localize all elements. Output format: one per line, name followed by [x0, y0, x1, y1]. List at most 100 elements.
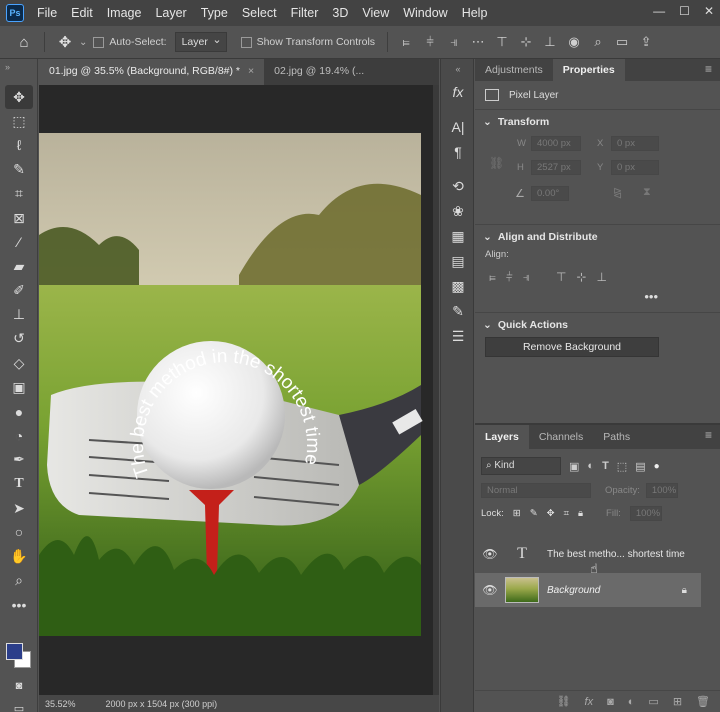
blend-mode-dropdown[interactable]: Normal: [481, 483, 591, 498]
move-tool-icon[interactable]: ✥: [5, 85, 33, 110]
layer-name[interactable]: The best metho... shortest time: [547, 549, 685, 560]
menu-filter[interactable]: Filter: [284, 6, 326, 20]
align-bottom-icon[interactable]: ⊥: [597, 270, 607, 285]
filter-shape-icon[interactable]: ⬚: [617, 460, 627, 473]
chevron-down-icon[interactable]: ⌄: [79, 37, 87, 48]
filter-smart-object-icon[interactable]: ▤: [635, 460, 645, 473]
eraser-tool-icon[interactable]: ◇: [0, 351, 38, 375]
align-hcenter-icon[interactable]: ⫩: [418, 34, 442, 50]
flip-horizontal-icon[interactable]: ⧎: [613, 186, 622, 199]
tab-paths[interactable]: Paths: [593, 425, 640, 449]
transform-section-header[interactable]: ⌄ Transform: [475, 110, 720, 134]
new-adjustment-icon[interactable]: ◐: [628, 696, 635, 708]
kind-filter-dropdown[interactable]: ⌕ Kind: [481, 457, 561, 475]
clone-stamp-tool-icon[interactable]: ⊥: [0, 303, 38, 327]
history-brush-tool-icon[interactable]: ↺: [0, 327, 38, 351]
filter-toggle-icon[interactable]: ●: [654, 461, 660, 472]
type-tool-icon[interactable]: T: [0, 472, 38, 496]
layer-row-background[interactable]: 👁︎ Background 🔒︎: [475, 573, 701, 607]
more-options-icon[interactable]: •••: [475, 285, 720, 304]
align-section-header[interactable]: ⌄ Align and Distribute: [475, 225, 720, 249]
lock-position-icon[interactable]: ✥: [547, 508, 555, 519]
patterns-icon[interactable]: ▩: [441, 274, 475, 299]
collapse-icon[interactable]: «: [441, 59, 475, 79]
align-vcenter-icon[interactable]: ⊹: [576, 270, 586, 285]
panel-menu-icon[interactable]: ≡: [697, 425, 720, 449]
tab-channels[interactable]: Channels: [529, 425, 593, 449]
transform-controls-checkbox[interactable]: Show Transform Controls: [240, 36, 375, 48]
link-layers-icon[interactable]: ⛓: [557, 695, 571, 708]
zoom-tool-icon[interactable]: ⌕: [0, 569, 38, 593]
more-tools-icon[interactable]: •••: [0, 593, 38, 617]
brushes-icon[interactable]: ✎: [441, 299, 475, 324]
blur-tool-icon[interactable]: ●: [0, 399, 38, 423]
width-field[interactable]: 4000 px: [531, 136, 581, 151]
tab-properties[interactable]: Properties: [552, 59, 625, 81]
menu-layer[interactable]: Layer: [148, 6, 193, 20]
opacity-field[interactable]: 100%: [645, 483, 678, 498]
align-right-icon[interactable]: ⫣: [442, 34, 466, 50]
workspace-icon[interactable]: ▭: [610, 34, 634, 50]
dodge-tool-icon[interactable]: ◔: [0, 424, 38, 448]
crop-tool-icon[interactable]: ⌗: [0, 182, 38, 206]
move-tool-icon[interactable]: ✥: [51, 33, 79, 51]
visibility-eye-icon[interactable]: 👁︎: [475, 583, 505, 597]
fx-icon[interactable]: fx: [585, 696, 594, 708]
align-bottom-icon[interactable]: ⊥: [538, 34, 562, 50]
swatches-icon[interactable]: ▦: [441, 224, 475, 249]
quick-actions-section-header[interactable]: ⌄ Quick Actions: [475, 313, 720, 337]
eyedropper-tool-icon[interactable]: ⁄: [0, 230, 38, 254]
zoom-level[interactable]: 35.52%: [45, 699, 76, 709]
close-icon[interactable]: ✕: [704, 4, 714, 18]
remove-background-button[interactable]: Remove Background: [485, 337, 659, 357]
gradients-icon[interactable]: ▤: [441, 249, 475, 274]
fx-icon[interactable]: fx: [441, 79, 475, 104]
add-mask-icon[interactable]: ◙: [607, 696, 614, 708]
lock-pixels-icon[interactable]: ✎: [530, 508, 538, 519]
search-icon[interactable]: ⌕: [586, 34, 610, 50]
y-field[interactable]: 0 px: [611, 160, 659, 175]
x-field[interactable]: 0 px: [611, 136, 659, 151]
minimize-icon[interactable]: —: [653, 4, 665, 18]
menu-window[interactable]: Window: [396, 6, 454, 20]
menu-select[interactable]: Select: [235, 6, 284, 20]
filter-type-icon[interactable]: T: [602, 460, 609, 472]
screen-mode-icon[interactable]: ▭: [0, 696, 38, 712]
new-group-icon[interactable]: ▭: [648, 695, 658, 708]
healing-brush-tool-icon[interactable]: ▰: [0, 254, 38, 278]
layer-name[interactable]: Background: [547, 585, 600, 596]
document-canvas[interactable]: The best method in the shortest time: [39, 85, 433, 695]
share-icon[interactable]: ⇪: [634, 34, 658, 50]
collapse-icon[interactable]: »: [0, 59, 37, 85]
flip-vertical-icon[interactable]: ⧗: [643, 186, 651, 199]
menu-view[interactable]: View: [355, 6, 396, 20]
align-hcenter-icon[interactable]: ⫩: [506, 270, 513, 285]
menu-file[interactable]: File: [30, 6, 64, 20]
fill-field[interactable]: 100%: [629, 506, 662, 521]
tab-document-01[interactable]: 01.jpg @ 35.5% (Background, RGB/8#) * ×: [39, 59, 265, 85]
brush-tool-icon[interactable]: ✐: [0, 279, 38, 303]
3d-mode-icon[interactable]: ◉: [562, 34, 586, 50]
lock-all-icon[interactable]: 🔒︎: [578, 508, 583, 519]
align-left-icon[interactable]: ⫢: [489, 270, 496, 285]
panel-menu-icon[interactable]: ≡: [697, 59, 720, 81]
lasso-tool-icon[interactable]: ℓ: [0, 133, 38, 157]
home-icon[interactable]: ⌂: [10, 34, 38, 51]
vertical-scrollbar[interactable]: [433, 85, 439, 695]
align-vcenter-icon[interactable]: ⊹: [514, 34, 538, 50]
checkbox-box[interactable]: [240, 36, 252, 48]
lock-transparent-icon[interactable]: ⊞: [513, 508, 521, 519]
marquee-tool-icon[interactable]: ⬚: [0, 109, 38, 133]
checkbox-box[interactable]: [93, 36, 105, 48]
tab-layers[interactable]: Layers: [475, 425, 529, 449]
filter-adjustment-icon[interactable]: ◐: [587, 460, 594, 472]
menu-3d[interactable]: 3D: [325, 6, 355, 20]
ellipse-tool-icon[interactable]: ○: [0, 520, 38, 544]
height-field[interactable]: 2527 px: [531, 160, 581, 175]
character-icon[interactable]: A|: [441, 114, 475, 139]
quick-selection-tool-icon[interactable]: ✎: [0, 158, 38, 182]
hand-tool-icon[interactable]: ✋: [0, 545, 38, 569]
auto-select-dropdown[interactable]: Layer: [174, 32, 227, 52]
delete-layer-icon[interactable]: 🗑︎: [696, 695, 710, 708]
history-icon[interactable]: ⟲: [441, 174, 475, 199]
